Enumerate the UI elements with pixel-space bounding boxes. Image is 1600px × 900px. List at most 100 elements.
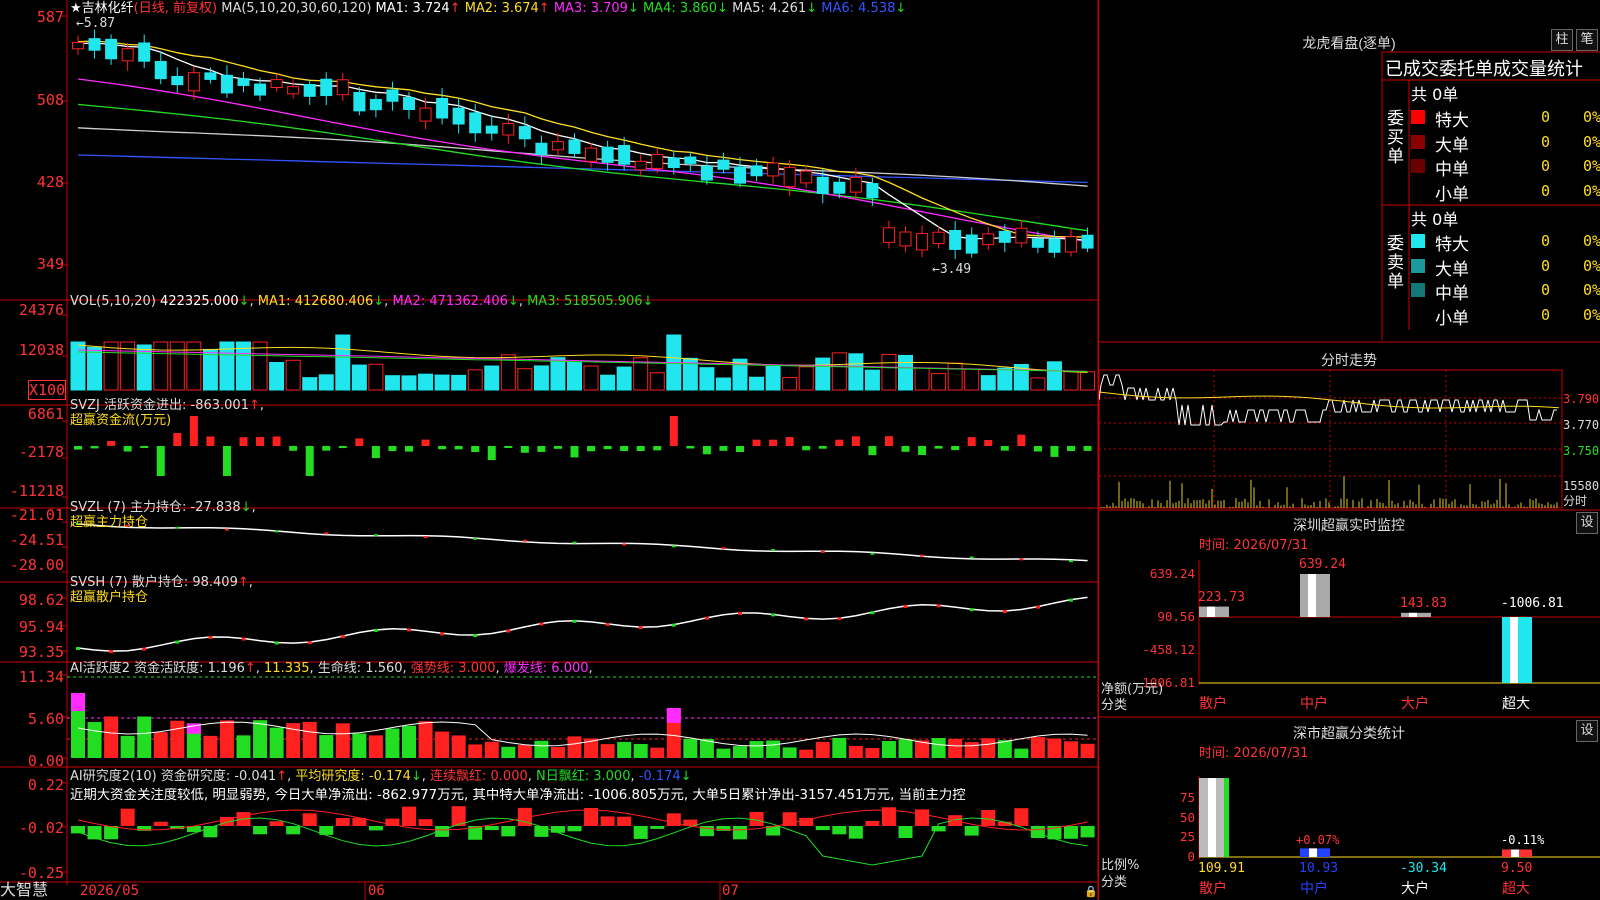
chart-mode[interactable]: (日线, 前复权) bbox=[134, 1, 217, 16]
fund-flow-bar bbox=[984, 440, 993, 446]
ma5-line bbox=[77, 127, 1088, 187]
svzl-header: SVZL (7) 主力持仓: -27.838↓, bbox=[70, 500, 256, 515]
activity-bar bbox=[402, 725, 416, 758]
candle-body bbox=[320, 78, 333, 97]
candle-body bbox=[618, 144, 631, 165]
order-count: 0 bbox=[1541, 305, 1551, 324]
activity-bar bbox=[782, 747, 797, 758]
fund-flow-bar bbox=[702, 446, 711, 455]
activity-bar bbox=[1030, 737, 1045, 758]
fund-flow-bar bbox=[719, 446, 728, 451]
candle-body bbox=[916, 233, 929, 251]
candle-body bbox=[369, 98, 382, 111]
candle-body bbox=[220, 74, 233, 94]
classify-title: 深市超赢分类统计 bbox=[1293, 725, 1405, 741]
order-count: 0 bbox=[1541, 256, 1551, 275]
right-panel: 龙虎看盘(逐单) 柱 笔 已成交委托单成交量统计 委买单 委卖单 共 0单 特大… bbox=[1098, 0, 1600, 900]
research-bar bbox=[253, 826, 268, 835]
activity-bar bbox=[501, 746, 516, 758]
research-bar bbox=[104, 826, 119, 840]
color-swatch bbox=[1411, 110, 1425, 124]
activity-bar bbox=[1080, 743, 1095, 758]
candle-body bbox=[634, 160, 647, 171]
fund-flow-bar bbox=[520, 446, 529, 453]
fund-flow-bar bbox=[371, 446, 380, 459]
monitor-settings-button[interactable]: 设 bbox=[1576, 512, 1598, 534]
brand-logo[interactable]: 大智慧 bbox=[0, 882, 48, 898]
research-bar bbox=[832, 826, 847, 835]
monitor-y-tick: -458.12 bbox=[1142, 641, 1195, 657]
monitor-bar-highlight bbox=[1409, 612, 1417, 617]
lock-icon[interactable]: 🔒 bbox=[1084, 884, 1098, 899]
holding-dot bbox=[804, 617, 809, 621]
research-bar bbox=[501, 826, 516, 837]
ma4-line bbox=[77, 103, 1088, 232]
stock-name[interactable]: 吉林化纤 bbox=[82, 1, 134, 16]
fund-flow-bar bbox=[504, 446, 513, 449]
volume-bar bbox=[318, 374, 334, 391]
candle-body bbox=[452, 107, 465, 125]
volume-bar bbox=[484, 365, 500, 391]
candle-body bbox=[303, 84, 316, 97]
longhu-tick-button[interactable]: 笔 bbox=[1576, 29, 1598, 51]
monitor-bar bbox=[1300, 574, 1330, 617]
research-bar bbox=[815, 826, 830, 831]
main-chart-area[interactable]: ★吉林化纤(日线, 前复权) MA(5,10,20,30,60,120) MA1… bbox=[0, 0, 1098, 900]
monitor-value: 639.24 bbox=[1299, 557, 1346, 572]
holding-dot bbox=[473, 633, 478, 637]
order-count: 0 bbox=[1541, 132, 1551, 151]
ma-value-4: MA4: 3.860 bbox=[642, 1, 718, 16]
volume-bar bbox=[467, 369, 483, 391]
candle-body bbox=[949, 229, 962, 250]
star-icon: ★ bbox=[70, 1, 82, 16]
intraday-price-tick: 3.770 bbox=[1563, 418, 1600, 432]
fund-flow-bar bbox=[256, 437, 265, 446]
candle-body bbox=[353, 92, 366, 112]
stock-chart-canvas[interactable] bbox=[0, 0, 1098, 900]
activity-bar bbox=[170, 720, 185, 758]
fund-flow-bar bbox=[587, 446, 596, 452]
classify-category: 散户 bbox=[1199, 881, 1227, 897]
monitor-value: 143.83 bbox=[1400, 595, 1447, 611]
holding-dot bbox=[407, 628, 411, 632]
fund-flow-bar bbox=[289, 446, 298, 451]
monitor-bar bbox=[1401, 612, 1431, 617]
activity-bar bbox=[385, 728, 400, 758]
classify-time: 时间: 2026/07/31 bbox=[1199, 746, 1309, 761]
activity-bar bbox=[153, 732, 168, 758]
volume-bar bbox=[87, 346, 103, 391]
monitor-value: 223.73 bbox=[1198, 589, 1245, 605]
longhu-bar-button[interactable]: 柱 bbox=[1551, 29, 1573, 51]
holding-dot bbox=[920, 554, 925, 557]
svsh-y-tick: 93.35 bbox=[18, 643, 64, 661]
fund-flow-bar bbox=[438, 446, 447, 450]
research-bar bbox=[484, 826, 499, 831]
order-count: 0 bbox=[1541, 157, 1551, 175]
color-swatch bbox=[1411, 258, 1425, 273]
candle-body bbox=[700, 165, 713, 181]
holding-dot bbox=[175, 526, 180, 529]
fund-flow-bar bbox=[173, 433, 182, 446]
order-pct: 0% bbox=[1583, 181, 1600, 200]
activity-bar bbox=[898, 739, 913, 758]
monitor-category: 散户 bbox=[1199, 696, 1227, 712]
candle-body bbox=[783, 166, 796, 188]
fund-flow-bar bbox=[1033, 446, 1042, 452]
volume-bar bbox=[649, 372, 665, 391]
research-bar bbox=[848, 826, 863, 839]
fund-flow-bar bbox=[189, 416, 198, 446]
monitor-cat-label: 分类 bbox=[1101, 698, 1128, 713]
classify-settings-button[interactable]: 设 bbox=[1576, 720, 1598, 742]
activity-bar bbox=[104, 716, 119, 758]
svzj-sub: 超赢资金流(万元) bbox=[70, 413, 172, 428]
vol-unit-badge[interactable]: X100 bbox=[28, 380, 66, 400]
volume-bar bbox=[202, 348, 218, 391]
monitor-category: 大户 bbox=[1401, 696, 1429, 712]
holding-dot bbox=[274, 530, 279, 533]
activity-peak bbox=[71, 693, 85, 711]
research-bar bbox=[617, 816, 632, 826]
research-bar bbox=[153, 821, 168, 826]
ai-research-header: AI研究度2(10) 资金研究度: -0.041↑, 平均研究度: -0.174… bbox=[70, 769, 692, 784]
research-bar bbox=[865, 820, 880, 826]
activity-bar bbox=[1064, 741, 1078, 758]
